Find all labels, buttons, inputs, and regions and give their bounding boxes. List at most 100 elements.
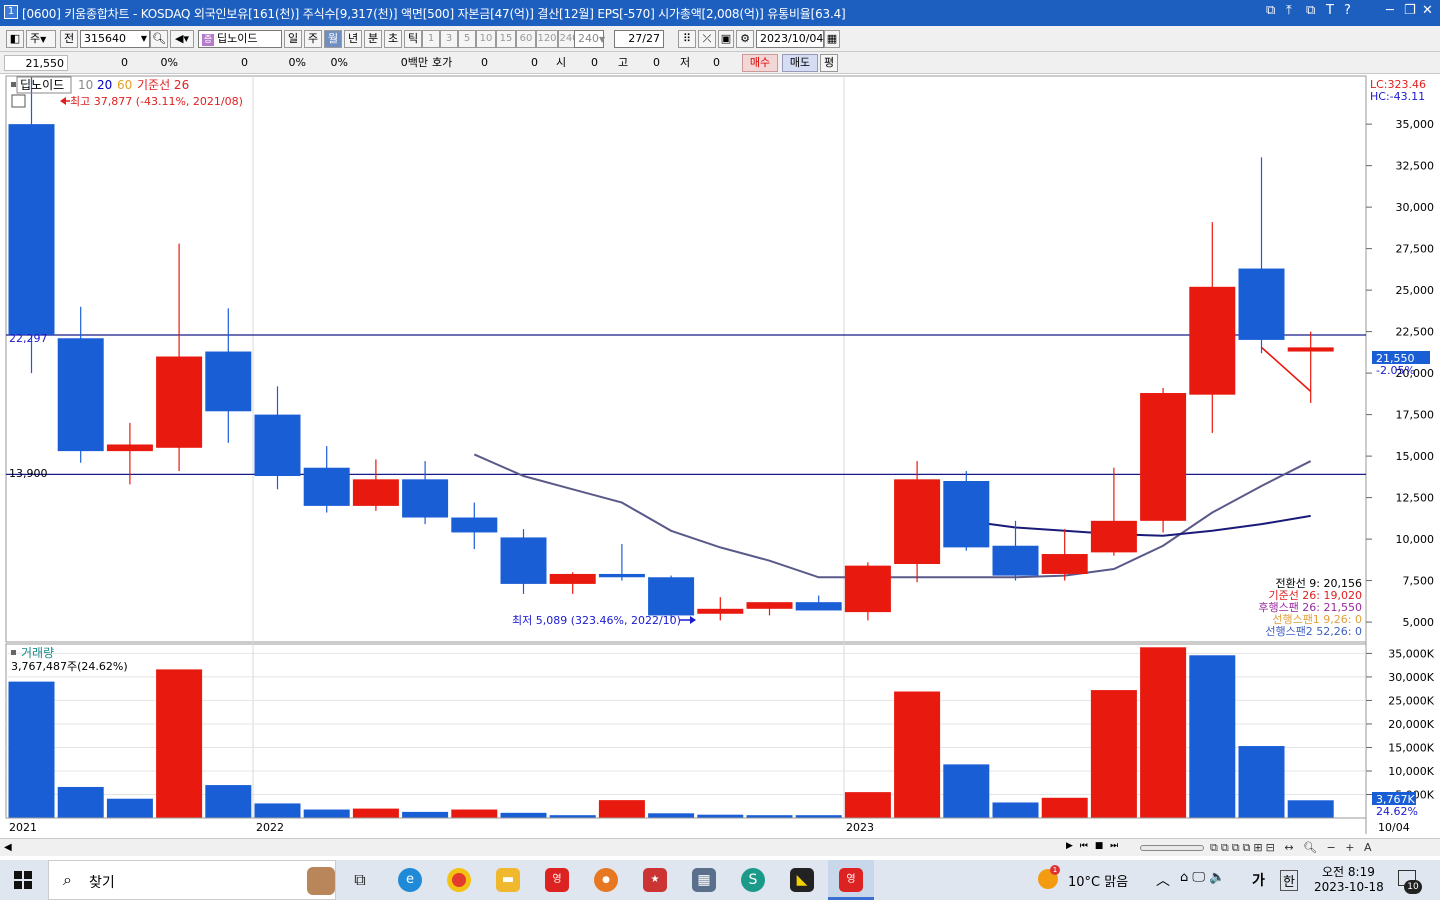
open-label: 시 [556,56,567,69]
clock-date[interactable]: 2023-10-18 [1314,880,1384,894]
period-button-0[interactable]: 일 [284,30,302,48]
tray-chevron-icon[interactable]: ︿ [1156,870,1170,890]
count-input[interactable]: 27/27 [614,30,664,48]
chart-svg[interactable]: 5,000 7,500 10,000 12,500 15,000 17,500 20,000… [0,74,1440,838]
interval-button-10[interactable]: 10 [476,30,496,48]
volume-current-rate: 24.62% [1376,805,1418,818]
period-button-1[interactable]: 주 [304,30,322,48]
interval-input[interactable]: 240▼ [574,30,605,48]
search-icon: ⌕ [63,870,72,889]
gear-icon[interactable]: ⚙ [736,30,754,48]
interval-button-15[interactable]: 15 [496,30,516,48]
task-view-icon[interactable]: ⧉ [348,868,372,892]
all-toggle[interactable]: 전 [60,30,78,48]
legend-ma60: 60 [117,78,132,92]
price-tick-label: 15,000 [1396,450,1435,463]
clock-time[interactable]: 오전 8:19 [1322,863,1375,880]
file-explorer-icon[interactable]: ▬ [496,868,520,892]
candle-body [598,573,645,578]
save-icon[interactable]: ▣ [718,30,734,48]
period-button-3[interactable]: 년 [344,30,362,48]
zoom-tools[interactable]: ⧉⧉⧉⧉⊞⊟ ↔ 🔍︎ − + A [1210,841,1374,855]
crosshair-icon[interactable]: ⤫ [698,30,716,48]
volume-bar [254,803,301,818]
chart-area[interactable]: 5,000 7,500 10,000 12,500 15,000 17,500 20,000… [0,74,1440,838]
help-icon[interactable]: ? [1344,3,1351,18]
volume-tick-label: 15,000K [1388,741,1434,754]
interval-button-5[interactable]: 5 [458,30,476,48]
volume-bar [943,764,990,818]
field-2-rate: 0% [330,56,348,69]
ime-han-icon[interactable]: 한 [1280,870,1298,891]
taskbar-search[interactable]: ⌕ 찾기 [48,860,336,900]
change-rate: 0% [160,56,178,69]
volume-bar [844,792,891,818]
interval-button-60[interactable]: 60 [516,30,536,48]
price-tick-label: 22,500 [1396,326,1435,339]
period-button-5[interactable]: 초 [384,30,402,48]
kakao-icon[interactable]: ● [594,868,618,892]
tray-icons[interactable]: ⌂ 🖵 🔈 [1180,870,1225,885]
maximize-icon[interactable]: ❐ [1404,3,1416,18]
interval-button-3[interactable]: 3 [440,30,458,48]
minimize-icon[interactable]: ─ [1386,3,1394,18]
volume-bar [1287,800,1334,818]
stock-code-input[interactable]: 315640 ▼ [80,30,150,48]
chart-scrollbar[interactable]: ◀ ▶ ⏮ ■ ⏭ ⧉⧉⧉⧉⊞⊟ ↔ 🔍︎ − + A [0,838,1440,856]
ichimoku-legend-item: 선행스팬2 52,26: 0 [1265,625,1362,638]
panel-toggle-icon[interactable]: ◧ [6,30,24,48]
close-icon[interactable]: ✕ [1422,3,1433,18]
calendar-small-icon[interactable] [11,94,26,108]
zoom-slider[interactable] [1140,845,1204,851]
sell-button[interactable]: 매도 [782,54,818,72]
volume-bar [992,802,1039,818]
restore-layout-icon[interactable]: ⧉ [1266,3,1275,18]
grid-icon[interactable]: ⠿ [678,30,696,48]
active-kiwoom-task[interactable]: 영 [828,860,874,900]
price-tick-label: 10,000 [1396,533,1435,546]
candle-body [1090,520,1137,553]
edge-icon[interactable]: e [398,868,422,892]
legend-ma10: 10 [78,78,93,92]
windows-start-icon[interactable] [14,871,32,889]
volume-bar [598,800,645,818]
stock-name-field[interactable]: 증 딥노이드 [198,30,282,48]
period-button-2[interactable]: 월 [324,30,342,48]
average-button[interactable]: 평 [820,54,838,72]
pin-top-icon[interactable]: ⤒ [1286,3,1292,18]
volume-tick-label: 20,000K [1388,718,1434,731]
date-input[interactable]: 2023/10/04 [756,30,824,48]
candle-body [1287,347,1334,352]
ime-hangul-icon[interactable]: 가 [1252,870,1265,890]
app-red-icon[interactable]: ★ [643,868,667,892]
app-teal-icon[interactable]: S [741,868,765,892]
legend-bullet [11,82,16,87]
candle-body [992,545,1039,576]
period-button-6[interactable]: 틱 [404,30,422,48]
buy-button[interactable]: 매수 [742,54,778,72]
market-select[interactable]: 주▼ [26,30,56,48]
candle-body [1041,554,1088,574]
font-size-icon[interactable]: T [1326,3,1334,18]
hoga-1: 0 [481,56,488,69]
window-copy-icon[interactable]: ⧉ [1306,3,1315,18]
search-icon[interactable]: 🔍︎ [150,30,168,48]
volume-bar [205,785,252,818]
kiwoom-icon[interactable]: 영 [545,868,569,892]
scroll-left-icon[interactable]: ◀ [4,842,12,853]
calculator-icon[interactable]: ▦ [692,868,716,892]
search-placeholder: 찾기 [89,875,115,891]
period-button-4[interactable]: 분 [364,30,382,48]
interval-button-120[interactable]: 120 [536,30,558,48]
interval-button-1[interactable]: 1 [422,30,440,48]
candle-body [352,479,399,506]
chrome-icon[interactable] [447,868,471,892]
candle-body [106,444,153,452]
calendar-icon[interactable]: ▦ [824,30,840,48]
volume-tick-label: 10,000K [1388,765,1434,778]
price-tick-label: 27,500 [1396,243,1435,256]
speaker-icon[interactable]: ◀▾ [170,30,194,48]
current-change-label: -2.05% [1376,364,1415,377]
volume-bar [1238,746,1285,818]
sticky-notes-icon[interactable]: ◣ [790,868,814,892]
